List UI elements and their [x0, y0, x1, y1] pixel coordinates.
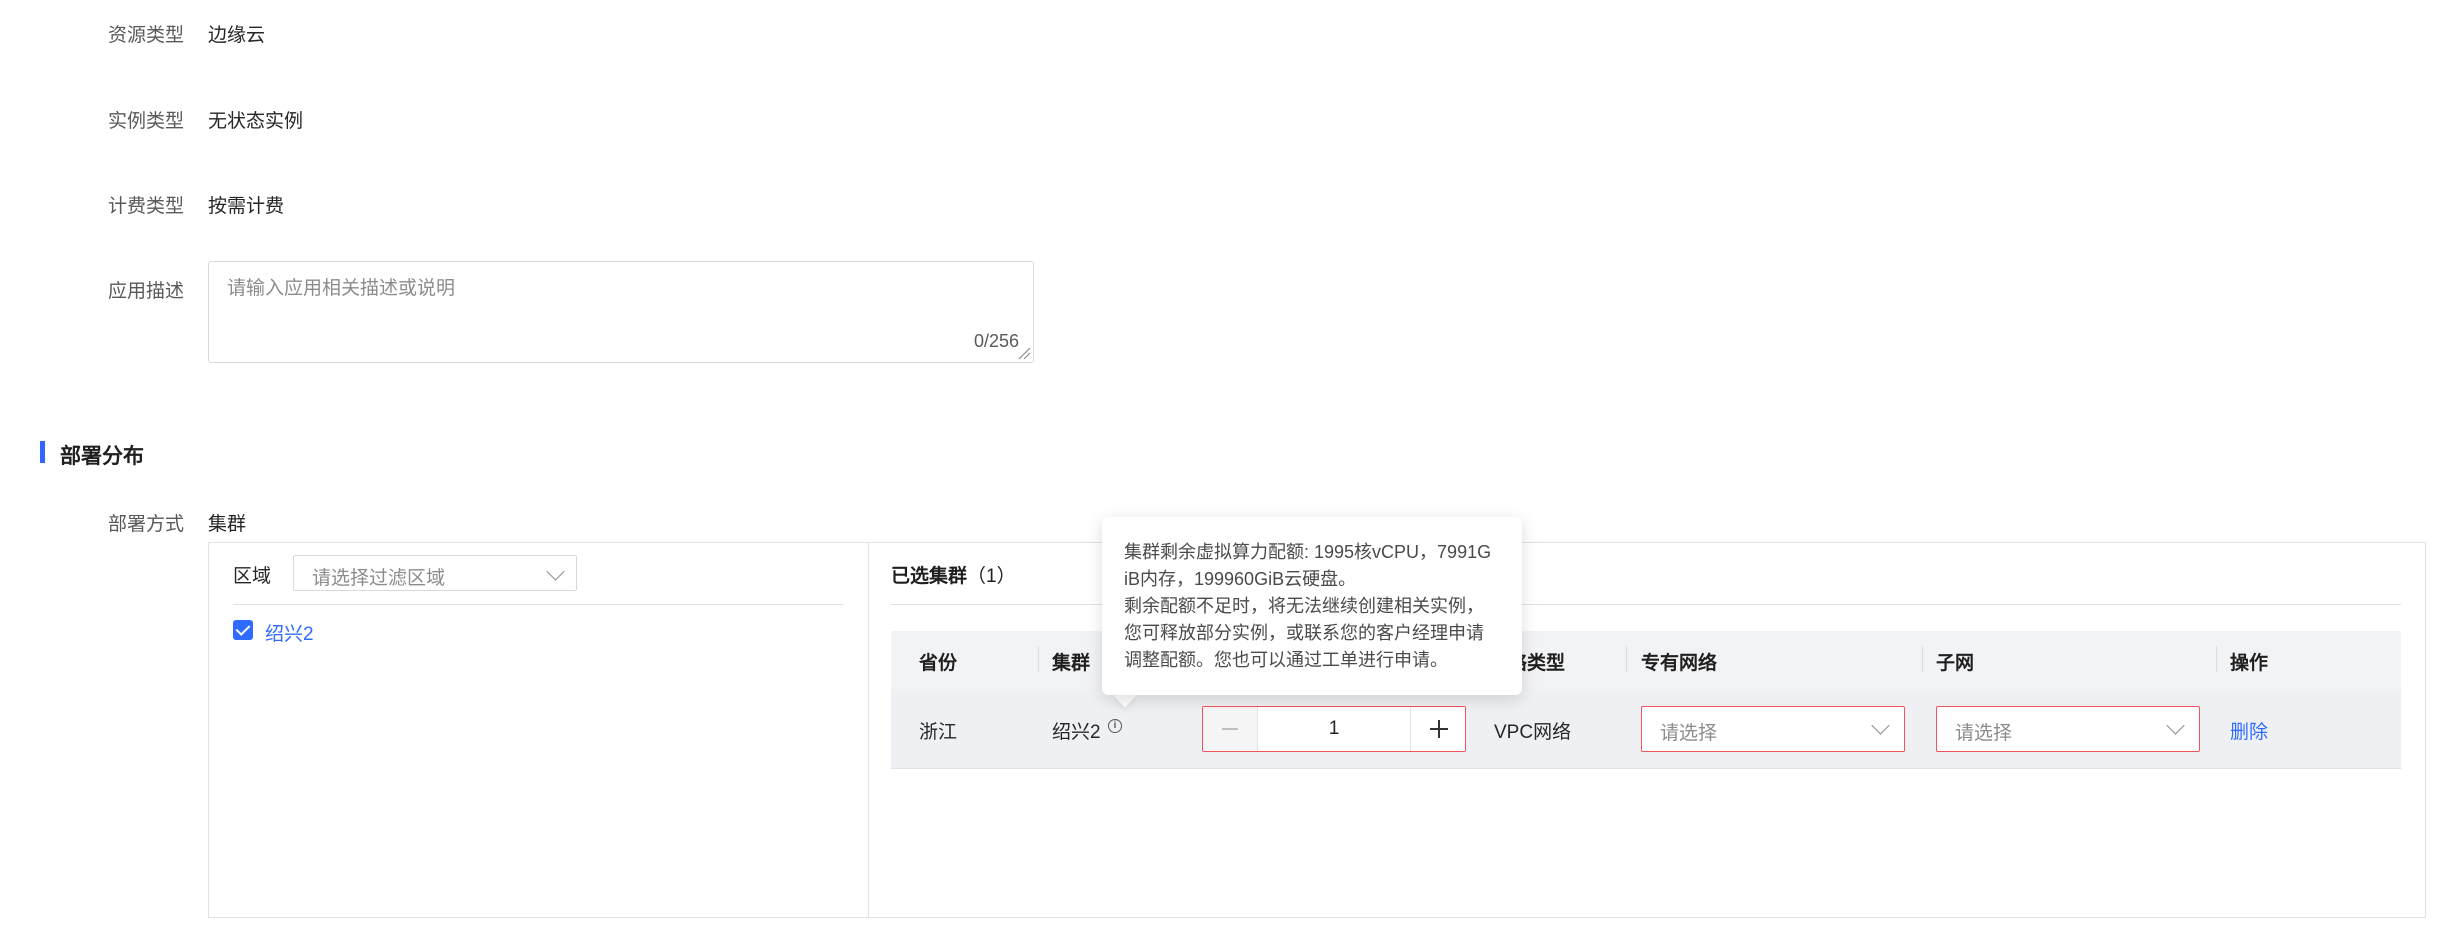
- column-header-cluster: 集群: [1052, 653, 1091, 674]
- tooltip-line: 您可释放部分实例，或联系您的客户经理申请: [1124, 623, 1484, 643]
- panel-divider: [868, 542, 869, 918]
- quota-tooltip: 集群剩余虚拟算力配额: 1995核vCPU，7991G iB内存，199960G…: [1102, 517, 1522, 695]
- column-separator: [1922, 646, 1923, 672]
- resource-type-value: 边缘云: [208, 25, 266, 46]
- section-title-deploy: 部署分布: [60, 445, 144, 468]
- column-header-private-network: 专有网络: [1641, 653, 1718, 674]
- selected-clusters-label: 已选集群: [891, 566, 968, 587]
- column-separator: [2216, 646, 2217, 672]
- left-divider: [233, 604, 844, 605]
- private-network-placeholder: 请选择: [1660, 723, 1718, 744]
- column-separator: [1038, 646, 1039, 672]
- region-filter-placeholder: 请选择过滤区域: [312, 568, 446, 589]
- description-char-counter: 0/256: [973, 331, 1019, 351]
- instance-type-label: 实例类型: [107, 111, 184, 132]
- tooltip-line: 集群剩余虚拟算力配额: 1995核vCPU，7991G: [1124, 542, 1492, 562]
- column-header-actions: 操作: [2230, 653, 2269, 674]
- deploy-method-label: 部署方式: [107, 514, 184, 535]
- section-accent-bar: [40, 441, 45, 463]
- billing-type-value: 按需计费: [208, 196, 285, 217]
- region-filter-label: 区域: [233, 566, 272, 587]
- deploy-method-value: 集群: [208, 514, 247, 535]
- region-filter-select[interactable]: 请选择过滤区域: [293, 555, 577, 591]
- subnet-placeholder: 请选择: [1955, 723, 2013, 744]
- tooltip-line: 调整配额。您也可以通过工单进行申请。: [1124, 650, 1448, 670]
- selected-clusters-title: 已选集群（1）: [891, 561, 1016, 588]
- column-header-province: 省份: [919, 653, 958, 674]
- tooltip-line: 剩余配额不足时，将无法继续创建相关实例，: [1124, 596, 1484, 616]
- column-header-subnet: 子网: [1936, 653, 1975, 674]
- cluster-checkbox[interactable]: [233, 620, 253, 640]
- subnet-select[interactable]: 请选择: [1936, 706, 2200, 752]
- quantity-stepper: 1: [1202, 706, 1466, 752]
- resource-type-label: 资源类型: [107, 25, 184, 46]
- chevron-down-icon: [546, 562, 565, 581]
- instance-type-value: 无状态实例: [208, 111, 304, 132]
- chevron-down-icon: [1871, 716, 1890, 735]
- description-textarea[interactable]: 请输入应用相关描述或说明 0/256: [208, 261, 1034, 363]
- quantity-value[interactable]: 1: [1257, 718, 1411, 740]
- tooltip-line: iB内存，199960GiB云硬盘。: [1124, 569, 1357, 589]
- cluster-option-label[interactable]: 绍兴2: [265, 619, 314, 646]
- cell-province: 浙江: [919, 722, 958, 743]
- resize-handle-icon[interactable]: [1017, 346, 1031, 360]
- increment-button[interactable]: [1410, 707, 1465, 751]
- private-network-select[interactable]: 请选择: [1641, 706, 1905, 752]
- cell-cluster: 绍兴2: [1052, 722, 1101, 743]
- billing-type-label: 计费类型: [107, 196, 184, 217]
- delete-link[interactable]: 删除: [2230, 717, 2268, 744]
- selected-clusters-count: （1）: [967, 566, 1016, 587]
- info-icon[interactable]: i: [1108, 719, 1122, 733]
- chevron-down-icon: [2166, 716, 2185, 735]
- decrement-button[interactable]: [1203, 707, 1258, 751]
- cell-network-type: VPC网络: [1494, 722, 1572, 743]
- description-label: 应用描述: [107, 281, 184, 302]
- description-placeholder: 请输入应用相关描述或说明: [227, 278, 456, 299]
- column-separator: [1626, 646, 1627, 672]
